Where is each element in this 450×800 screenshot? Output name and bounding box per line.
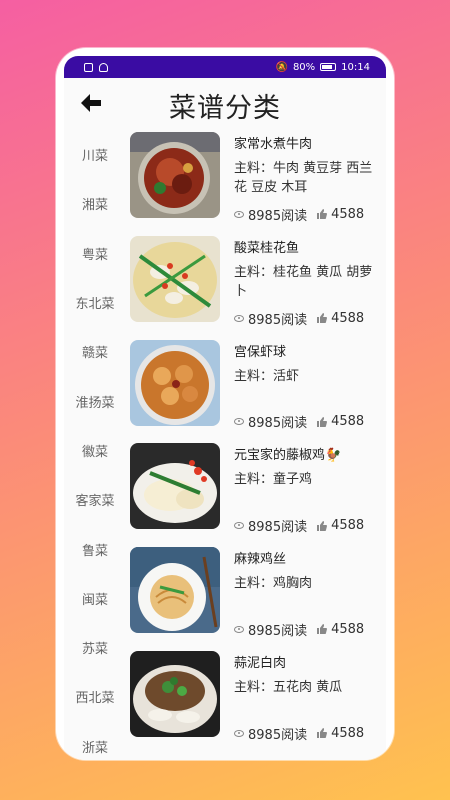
wifi-icon bbox=[99, 62, 108, 72]
read-count: 8985阅读 bbox=[248, 312, 308, 328]
read-count: 8985阅读 bbox=[248, 623, 308, 639]
recipe-stats: 8985阅读 4588 bbox=[234, 309, 382, 328]
recipe-info: 家常水煮牛肉 主料：牛肉 黄豆芽 西兰花 豆皮 木耳 8985阅读 4588 bbox=[234, 136, 382, 224]
category-item[interactable]: 鲁菜 bbox=[64, 524, 126, 573]
recipe-photo bbox=[130, 339, 220, 426]
screen: 菜谱分类 川菜 湘菜 粤菜 东北菜 赣菜 淮扬菜 徽菜 客家菜 鲁菜 闽菜 苏菜… bbox=[64, 78, 386, 760]
eye-icon bbox=[234, 210, 244, 218]
thumbs-up-icon bbox=[317, 313, 328, 324]
recipe-stats: 8985阅读 4588 bbox=[234, 724, 382, 743]
eye-icon bbox=[234, 418, 244, 426]
recipe-ingredients: 主料：童子鸡 bbox=[234, 472, 313, 488]
category-item[interactable]: 湘菜 bbox=[64, 179, 126, 228]
like-count: 4588 bbox=[331, 310, 365, 326]
recipe-name: 麻辣鸡丝 bbox=[234, 552, 287, 568]
eye-icon bbox=[234, 522, 244, 530]
recipe-info: 元宝家的藤椒鸡🐓 主料：童子鸡 8985阅读 4588 bbox=[234, 447, 382, 535]
category-item[interactable]: 徽菜 bbox=[64, 426, 126, 475]
like-count: 4588 bbox=[331, 621, 365, 637]
thumbs-up-icon bbox=[317, 520, 328, 531]
like-count: 4588 bbox=[331, 725, 365, 741]
recipe-list: 家常水煮牛肉 主料：牛肉 黄豆芽 西兰花 豆皮 木耳 8985阅读 4588 酸… bbox=[130, 130, 386, 760]
recipe-info: 酸菜桂花鱼 主料：桂花鱼 黄瓜 胡萝卜 8985阅读 4588 bbox=[234, 240, 382, 328]
recipe-card[interactable]: 酸菜桂花鱼 主料：桂花鱼 黄瓜 胡萝卜 8985阅读 4588 bbox=[130, 234, 386, 338]
like-count: 4588 bbox=[331, 414, 365, 430]
recipe-card[interactable]: 家常水煮牛肉 主料：牛肉 黄豆芽 西兰花 豆皮 木耳 8985阅读 4588 bbox=[130, 130, 386, 234]
clock: 10:14 bbox=[341, 61, 370, 73]
recipe-name: 宫保虾球 bbox=[234, 344, 287, 360]
recipe-name: 元宝家的藤椒鸡🐓 bbox=[234, 448, 342, 464]
recipe-stats: 8985阅读 4588 bbox=[234, 620, 382, 639]
recipe-ingredients: 主料：桂花鱼 黄瓜 胡萝卜 bbox=[234, 264, 373, 299]
thumbs-up-icon bbox=[317, 416, 328, 427]
recipe-info: 麻辣鸡丝 主料：鸡胸肉 8985阅读 4588 bbox=[234, 551, 382, 639]
recipe-ingredients: 主料：五花肉 黄瓜 bbox=[234, 679, 343, 695]
recipe-info: 宫保虾球 主料：活虾 8985阅读 4588 bbox=[234, 344, 382, 431]
phone-frame: 🔕 80% 10:14 菜谱分类 川菜 湘菜 粤菜 东北菜 赣菜 淮扬菜 徽菜 … bbox=[56, 48, 394, 760]
category-item[interactable]: 淮扬菜 bbox=[64, 376, 126, 425]
recipe-ingredients: 主料：鸡胸肉 bbox=[234, 576, 313, 592]
status-bar: 🔕 80% 10:14 bbox=[64, 56, 386, 78]
recipe-card[interactable]: 宫保虾球 主料：活虾 8985阅读 4588 bbox=[130, 338, 386, 442]
recipe-photo bbox=[130, 547, 220, 634]
category-item[interactable]: 粤菜 bbox=[64, 229, 126, 278]
battery-percent: 80% bbox=[292, 61, 316, 73]
recipe-photo bbox=[130, 443, 220, 530]
recipe-ingredients: 主料：牛肉 黄豆芽 西兰花 豆皮 木耳 bbox=[234, 161, 373, 195]
read-count: 8985阅读 bbox=[248, 520, 308, 536]
recipe-stats: 8985阅读 4588 bbox=[234, 412, 382, 431]
read-count: 8985阅读 bbox=[248, 727, 308, 743]
recipe-stats: 8985阅读 4588 bbox=[234, 205, 382, 224]
eye-icon bbox=[234, 625, 244, 633]
category-item[interactable]: 浙菜 bbox=[64, 722, 126, 760]
recipe-ingredients: 主料：活虾 bbox=[234, 368, 300, 384]
page-title: 菜谱分类 bbox=[169, 93, 281, 124]
recipe-card[interactable]: 元宝家的藤椒鸡🐓 主料：童子鸡 8985阅读 4588 bbox=[130, 441, 386, 545]
category-item[interactable]: 苏菜 bbox=[64, 623, 126, 672]
mute-icon: 🔕 bbox=[275, 61, 288, 73]
category-item[interactable]: 东北菜 bbox=[64, 278, 126, 327]
eye-icon bbox=[234, 729, 244, 737]
sim-icon bbox=[84, 62, 93, 72]
category-sidebar: 川菜 湘菜 粤菜 东北菜 赣菜 淮扬菜 徽菜 客家菜 鲁菜 闽菜 苏菜 西北菜 … bbox=[64, 130, 126, 760]
header: 菜谱分类 bbox=[64, 78, 386, 130]
read-count: 8985阅读 bbox=[248, 416, 308, 432]
recipe-card[interactable]: 麻辣鸡丝 主料：鸡胸肉 8985阅读 4588 bbox=[130, 545, 386, 649]
recipe-card[interactable]: 蒜泥白肉 主料：五花肉 黄瓜 8985阅读 4588 bbox=[130, 649, 386, 753]
category-item[interactable]: 闽菜 bbox=[64, 574, 126, 623]
recipe-name: 酸菜桂花鱼 bbox=[234, 240, 300, 256]
eye-icon bbox=[234, 314, 244, 322]
recipe-photo bbox=[130, 235, 220, 322]
like-count: 4588 bbox=[331, 518, 365, 534]
thumbs-up-icon bbox=[317, 209, 328, 220]
recipe-stats: 8985阅读 4588 bbox=[234, 516, 382, 535]
thumbs-up-icon bbox=[317, 728, 328, 739]
category-item[interactable]: 西北菜 bbox=[64, 672, 126, 721]
category-item[interactable]: 赣菜 bbox=[64, 327, 126, 376]
category-item[interactable]: 川菜 bbox=[64, 130, 126, 179]
recipe-info: 蒜泥白肉 主料：五花肉 黄瓜 8985阅读 4588 bbox=[234, 655, 382, 743]
read-count: 8985阅读 bbox=[248, 208, 308, 224]
like-count: 4588 bbox=[331, 206, 365, 222]
category-item[interactable]: 客家菜 bbox=[64, 475, 126, 524]
thumbs-up-icon bbox=[317, 624, 328, 635]
recipe-name: 家常水煮牛肉 bbox=[234, 137, 313, 152]
battery-icon bbox=[320, 63, 337, 71]
recipe-photo bbox=[130, 132, 220, 218]
recipe-name: 蒜泥白肉 bbox=[234, 655, 287, 671]
recipe-photo bbox=[130, 650, 220, 737]
